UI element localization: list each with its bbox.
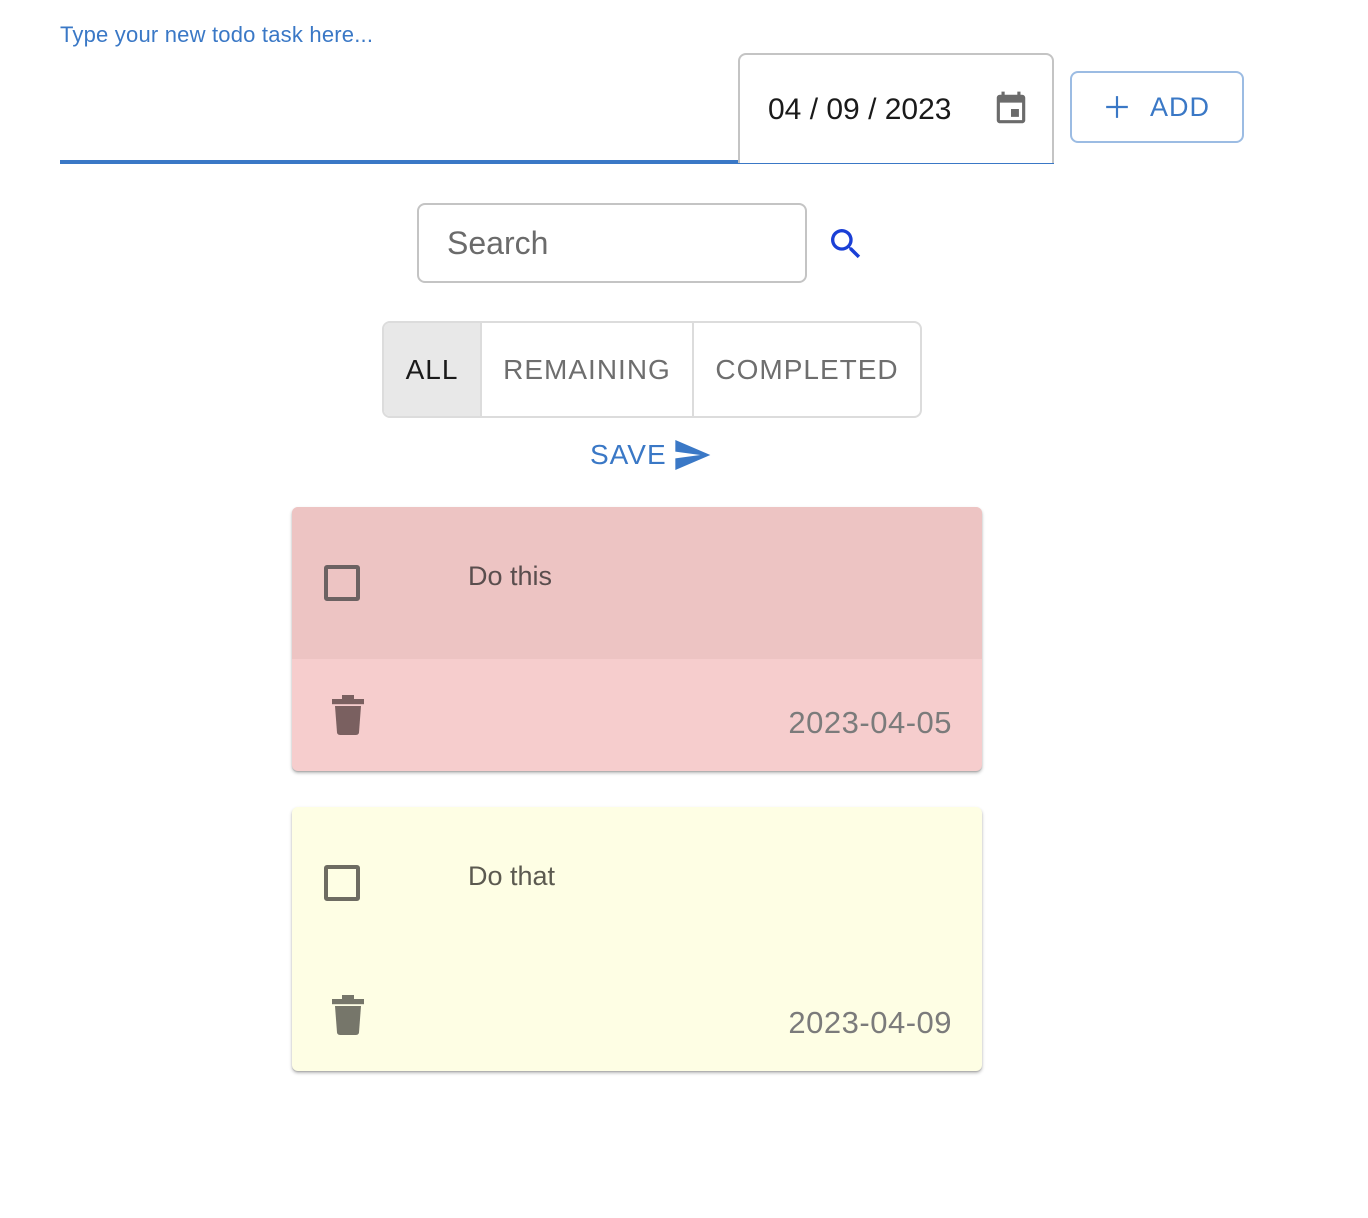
filter-remaining-button[interactable]: REMAINING: [482, 323, 694, 416]
todo-text: Do that: [468, 861, 556, 891]
due-date-value[interactable]: 04 / 09 / 2023: [768, 93, 956, 127]
todo-card: Do that 2023-04-09: [292, 807, 982, 1071]
search-input[interactable]: [445, 205, 785, 281]
trash-icon[interactable]: [332, 995, 364, 1035]
todo-checkbox[interactable]: [324, 565, 360, 601]
new-task-input[interactable]: [60, 60, 730, 156]
due-date-field[interactable]: 04 / 09 / 2023: [738, 53, 1054, 163]
filter-completed-button[interactable]: COMPLETED: [694, 323, 920, 416]
add-button-label: ADD: [1149, 91, 1210, 122]
plus-icon: [1106, 96, 1128, 118]
todo-due-date: 2023-04-09: [788, 1005, 952, 1040]
filter-all-button[interactable]: ALL: [384, 323, 482, 416]
new-task-label: Type your new todo task here...: [60, 22, 374, 47]
todo-card-header: [292, 507, 982, 659]
save-button-label: SAVE: [590, 439, 667, 470]
filter-toggle-group: ALL REMAINING COMPLETED: [382, 321, 922, 418]
add-task-button[interactable]: ADD: [1070, 71, 1244, 143]
save-button[interactable]: SAVE: [590, 434, 715, 476]
trash-icon[interactable]: [332, 695, 364, 735]
todo-due-date: 2023-04-05: [788, 705, 952, 740]
search-icon[interactable]: [826, 224, 866, 264]
todo-text: Do this: [468, 561, 553, 591]
send-icon: [674, 440, 710, 470]
calendar-icon[interactable]: [992, 89, 1030, 129]
todo-card: Do this 2023-04-05: [292, 507, 982, 771]
todo-checkbox[interactable]: [324, 865, 360, 901]
search-field[interactable]: [417, 203, 807, 283]
